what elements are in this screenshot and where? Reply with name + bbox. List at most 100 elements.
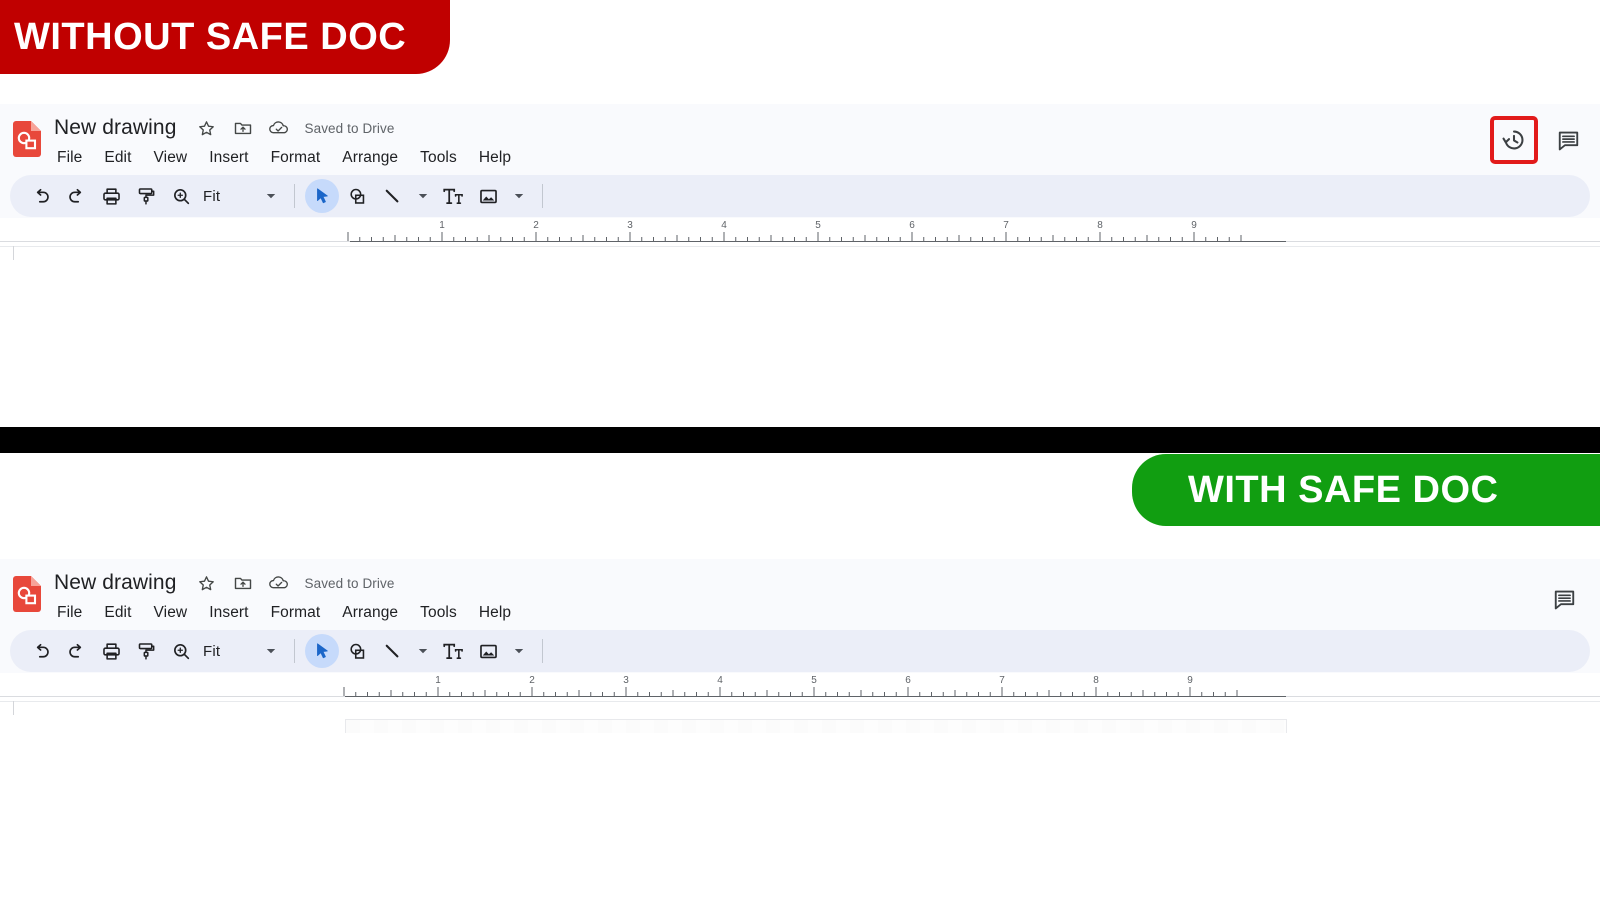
menu-tools[interactable]: Tools [409, 599, 468, 627]
svg-text:3: 3 [627, 220, 633, 231]
menu-insert[interactable]: Insert [198, 144, 259, 172]
image-tool-button[interactable] [471, 634, 505, 668]
line-dropdown-caret[interactable] [410, 634, 436, 668]
canvas-top-border [0, 246, 1600, 247]
menu-file[interactable]: File [54, 599, 93, 627]
image-dropdown-caret[interactable] [506, 634, 532, 668]
menu-edit[interactable]: Edit [93, 599, 142, 627]
app-header-top: New drawing Saved to Drive File Edit Vie… [0, 104, 1600, 174]
menu-format[interactable]: Format [260, 599, 332, 627]
menu-view[interactable]: View [143, 144, 199, 172]
text-box-icon [443, 643, 463, 659]
comparison-screenshot: WITHOUT SAFE DOC New drawing Saved to Dr… [0, 0, 1600, 900]
shape-icon [350, 643, 365, 659]
menu-format[interactable]: Format [260, 144, 332, 172]
svg-text:2: 2 [533, 220, 539, 231]
image-icon [479, 189, 497, 203]
move-to-folder-icon[interactable] [230, 115, 256, 141]
svg-text:9: 9 [1191, 220, 1197, 231]
line-tool-button[interactable] [375, 634, 409, 668]
menu-view[interactable]: View [143, 599, 199, 627]
title-row-top: New drawing Saved to Drive [54, 113, 522, 143]
zoom-level-label[interactable]: Fit [203, 643, 220, 660]
move-to-folder-icon[interactable] [230, 570, 256, 596]
menu-arrange[interactable]: Arrange [331, 599, 409, 627]
select-tool-button[interactable] [305, 179, 340, 213]
select-cursor-icon [316, 642, 328, 658]
text-box-tool-button[interactable] [436, 179, 470, 213]
horizontal-ruler-bottom[interactable]: 1 2 3 4 5 6 7 8 9 [0, 673, 1600, 701]
document-title[interactable]: New drawing [54, 116, 177, 140]
drawing-page-edge [345, 719, 1287, 733]
svg-text:1: 1 [439, 220, 445, 231]
canvas-area-top[interactable] [0, 246, 1600, 427]
google-drawings-logo [0, 104, 54, 174]
svg-text:7: 7 [1003, 220, 1009, 231]
cloud-icon[interactable] [266, 570, 292, 596]
cloud-icon[interactable] [266, 115, 292, 141]
print-button[interactable] [94, 634, 128, 668]
menu-help[interactable]: Help [468, 144, 522, 172]
select-tool-button[interactable] [305, 634, 340, 668]
undo-button[interactable] [24, 179, 58, 213]
line-tool-button[interactable] [375, 179, 409, 213]
comment-icon [1554, 590, 1574, 609]
line-icon [385, 189, 399, 202]
zoom-level-label[interactable]: Fit [203, 188, 220, 205]
menu-bar-bottom: File Edit View Insert Format Arrange Too… [54, 599, 522, 627]
toolbar-area-top: Fit [0, 174, 1600, 218]
zoom-button[interactable] [164, 179, 198, 213]
menu-tools[interactable]: Tools [409, 144, 468, 172]
menu-file[interactable]: File [54, 144, 93, 172]
canvas-area-bottom[interactable] [0, 701, 1600, 900]
chevron-down-icon [419, 649, 428, 654]
toolbar-area-bottom: Fit [0, 629, 1600, 673]
redo-button[interactable] [59, 634, 93, 668]
svg-text:4: 4 [721, 220, 727, 231]
svg-text:8: 8 [1097, 220, 1103, 231]
paint-format-button[interactable] [129, 179, 163, 213]
chevron-down-icon [267, 649, 276, 654]
menu-insert[interactable]: Insert [198, 599, 259, 627]
banner-with-label: WITH SAFE DOC [1188, 468, 1499, 511]
star-icon[interactable] [194, 115, 220, 141]
image-icon [479, 644, 497, 658]
toolbar-top: Fit [10, 175, 1590, 217]
save-status-label: Saved to Drive [304, 120, 395, 136]
shape-tool-button[interactable] [340, 634, 374, 668]
toolbar-bottom: Fit [10, 630, 1590, 672]
document-title[interactable]: New drawing [54, 571, 177, 595]
comment-icon [1558, 131, 1578, 150]
text-box-tool-button[interactable] [436, 634, 470, 668]
menu-help[interactable]: Help [468, 599, 522, 627]
zoom-button[interactable] [164, 634, 198, 668]
line-dropdown-caret[interactable] [410, 179, 436, 213]
zoom-dropdown-caret[interactable] [258, 634, 284, 668]
section-divider [0, 427, 1600, 453]
shape-tool-button[interactable] [340, 179, 374, 213]
header-actions-bottom [1542, 577, 1586, 621]
version-history-button[interactable] [1490, 116, 1538, 164]
image-tool-button[interactable] [471, 179, 505, 213]
menu-arrange[interactable]: Arrange [331, 144, 409, 172]
menu-edit[interactable]: Edit [93, 144, 142, 172]
redo-icon [68, 188, 81, 203]
comment-button[interactable] [1542, 577, 1586, 621]
image-dropdown-caret[interactable] [506, 179, 532, 213]
chevron-down-icon [515, 194, 524, 199]
zoom-icon [173, 643, 189, 659]
undo-button[interactable] [24, 634, 58, 668]
zoom-dropdown-caret[interactable] [258, 179, 284, 213]
toolbar-separator [294, 184, 296, 208]
print-button[interactable] [94, 179, 128, 213]
print-icon [102, 187, 120, 205]
text-box-icon [443, 188, 463, 204]
redo-button[interactable] [59, 179, 93, 213]
horizontal-ruler-top[interactable]: 1 2 3 4 5 6 7 8 9 [0, 218, 1600, 246]
svg-text:3: 3 [623, 675, 629, 686]
ruler-corner-mark [0, 701, 14, 715]
title-row-bottom: New drawing Saved to Drive [54, 568, 522, 598]
paint-format-button[interactable] [129, 634, 163, 668]
comment-button[interactable] [1546, 118, 1590, 162]
star-icon[interactable] [194, 570, 220, 596]
